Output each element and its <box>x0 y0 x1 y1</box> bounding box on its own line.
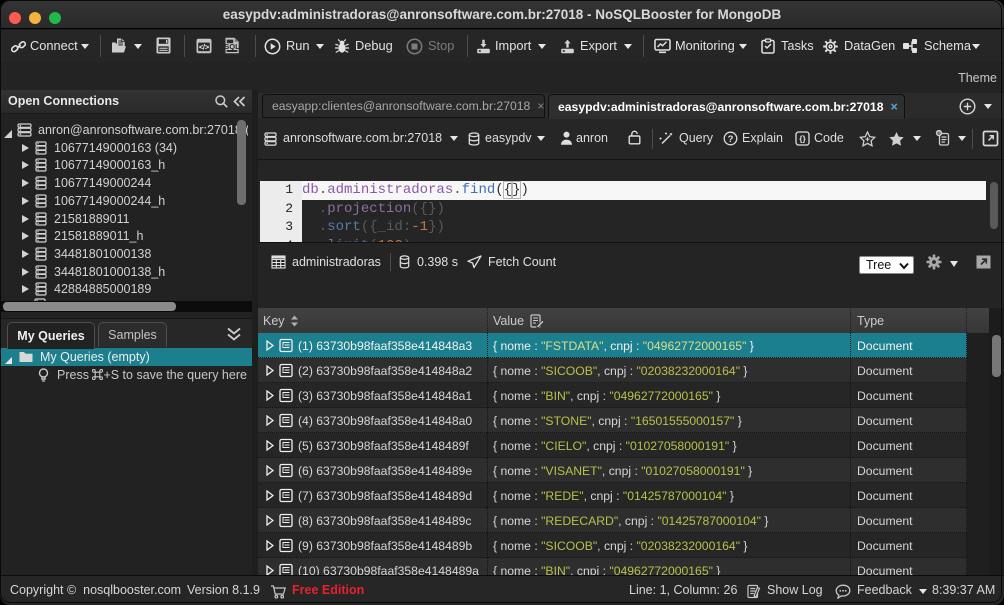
svg-text:{}: {} <box>799 134 806 144</box>
svg-text:</>: </> <box>199 45 209 52</box>
svg-text:SQL: SQL <box>224 42 240 51</box>
svg-text:?: ? <box>728 134 734 145</box>
